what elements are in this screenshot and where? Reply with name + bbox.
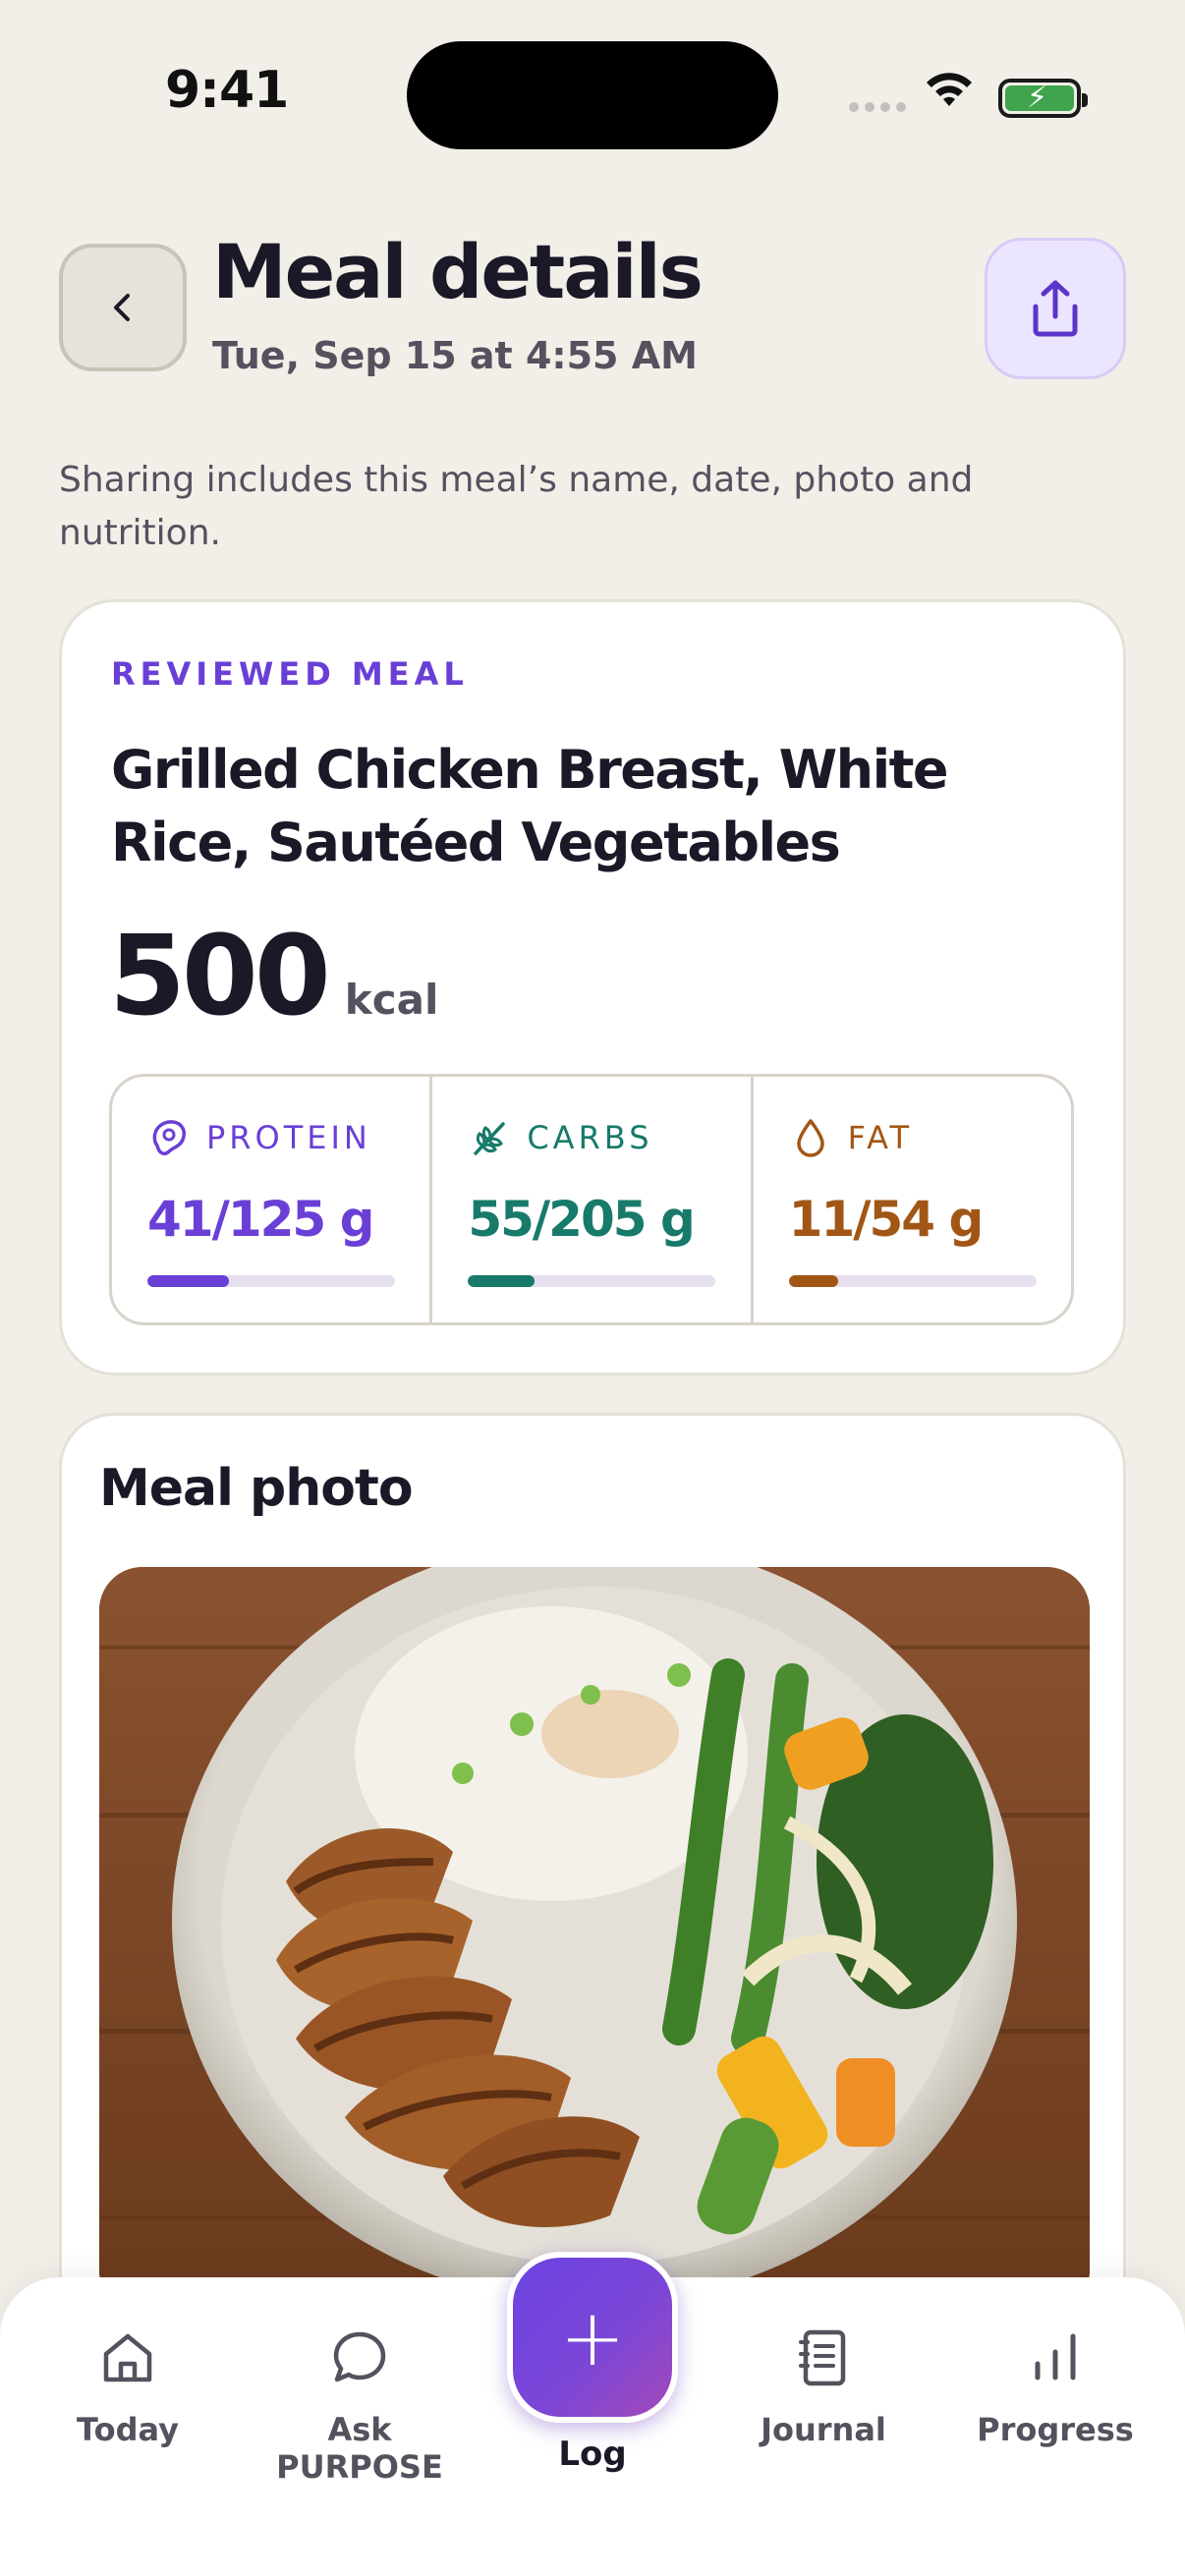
macro-carbs: CARBS 55/205 g (432, 1077, 754, 1322)
status-bar: 9:41 ⚡ (0, 0, 1185, 187)
macro-value: 55/205 g (468, 1191, 695, 1248)
share-icon (1033, 280, 1078, 337)
nav-progress[interactable]: Progress (947, 2319, 1163, 2448)
meal-photo-image (99, 1567, 1090, 2314)
nav-label: Today (77, 2411, 179, 2448)
page-title: Meal details (212, 228, 704, 315)
macro-progress-fill (468, 1275, 536, 1287)
steak-icon (152, 1120, 186, 1155)
share-note: Sharing includes this meal’s name, date,… (59, 460, 974, 553)
macro-value: 11/54 g (788, 1191, 985, 1248)
status-time: 9:41 (165, 61, 289, 120)
macro-progress-track (788, 1275, 1037, 1287)
calories-unit: kcal (344, 976, 439, 1024)
chevron-left-icon (114, 294, 130, 321)
log-meal-button[interactable]: + (507, 2252, 678, 2423)
battery-icon: ⚡ (998, 79, 1088, 118)
macro-label: FAT (847, 1119, 914, 1156)
macro-fat: FAT 11/54 g (754, 1077, 1071, 1322)
calories-value: 500 (109, 913, 331, 1040)
macro-progress-track (147, 1275, 395, 1287)
macro-progress-fill (147, 1275, 230, 1287)
nav-label-log: Log (558, 2435, 627, 2474)
nav-journal[interactable]: Journal (715, 2319, 931, 2448)
bottom-navigation: Today Ask PURPOSE + Log Journal Progress (0, 2252, 1185, 2576)
macro-label: PROTEIN (206, 1119, 371, 1156)
nav-label: Journal (761, 2411, 886, 2448)
macros-panel: PROTEIN 41/125 g CARBS 55/205 g FAT 11/5… (109, 1074, 1074, 1325)
dynamic-island (407, 41, 778, 149)
plus-icon: + (559, 2291, 626, 2383)
share-button[interactable] (985, 238, 1126, 379)
macro-value: 41/125 g (147, 1191, 374, 1248)
macro-progress-fill (788, 1275, 839, 1287)
calories-row: 500 kcal (109, 913, 438, 1040)
cellular-signal-icon (849, 102, 906, 112)
macro-protein: PROTEIN 41/125 g (112, 1077, 433, 1322)
macro-progress-track (468, 1275, 716, 1287)
wheat-icon (474, 1122, 506, 1155)
meal-name: Grilled Chicken Breast, White Rice, Saut… (111, 739, 949, 873)
meal-datetime: Tue, Sep 15 at 4:55 AM (212, 334, 698, 377)
meal-photo-title: Meal photo (99, 1459, 414, 1518)
meal-summary-card: REVIEWED MEAL Grilled Chicken Breast, Wh… (59, 599, 1126, 1375)
notebook-icon (799, 2329, 846, 2386)
nav-label: Progress (977, 2411, 1134, 2448)
wifi-icon (927, 73, 972, 106)
drop-icon (796, 1119, 824, 1157)
meal-photo[interactable] (99, 1567, 1090, 2314)
nav-ask-purpose[interactable]: Ask PURPOSE (252, 2319, 468, 2486)
nav-today[interactable]: Today (20, 2319, 236, 2448)
nav-label: Ask PURPOSE (276, 2411, 443, 2486)
chat-bubble-icon (333, 2331, 386, 2382)
back-button[interactable] (59, 244, 187, 371)
macro-label: CARBS (527, 1119, 653, 1156)
home-icon (103, 2333, 152, 2382)
reviewed-badge: REVIEWED MEAL (111, 655, 469, 693)
bar-chart-icon (1035, 2333, 1076, 2380)
